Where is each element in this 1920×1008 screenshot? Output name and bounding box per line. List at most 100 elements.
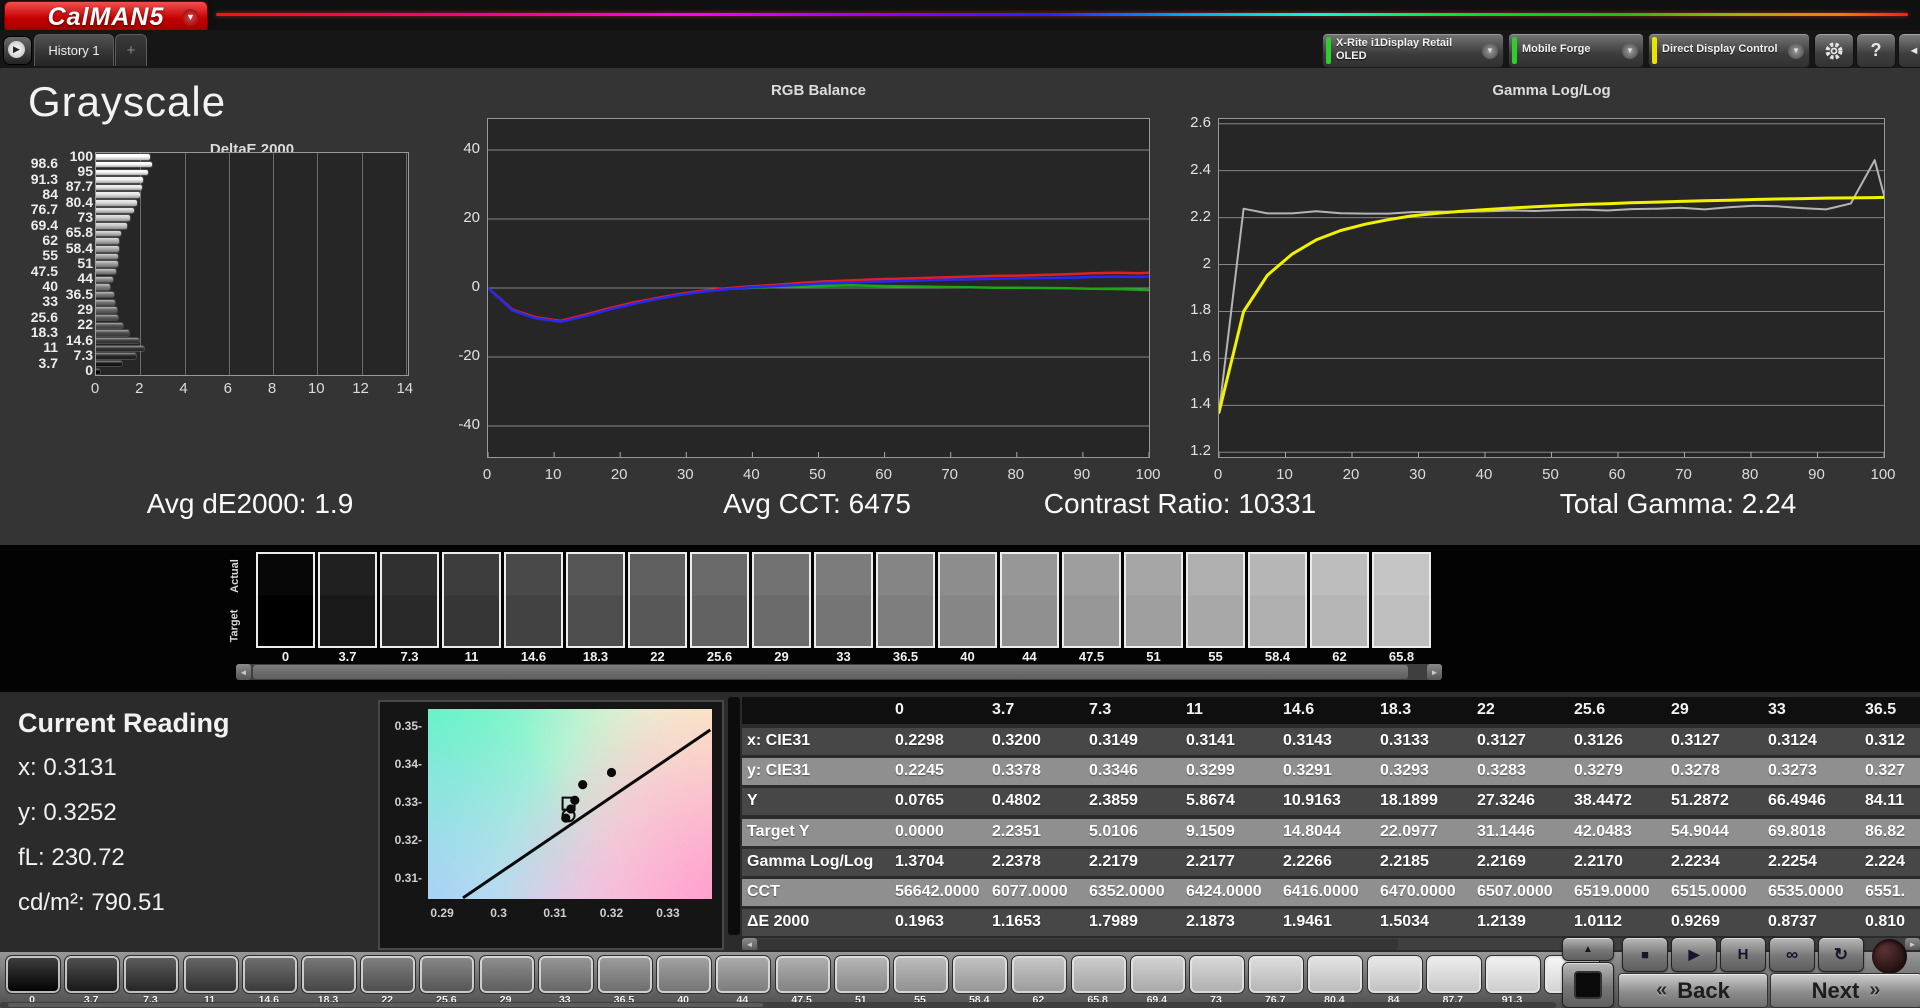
table-cell: 0.3143	[1283, 732, 1332, 749]
session-nav-button[interactable]: ▶	[3, 36, 32, 65]
next-button[interactable]: Next »	[1770, 973, 1920, 1008]
scroll-left-icon[interactable]: ◄	[742, 938, 757, 950]
grayscale-swatch	[1000, 552, 1059, 648]
swatch-value-label: 3.7	[338, 649, 357, 664]
single-measure-icon: H	[1737, 946, 1749, 963]
pattern-level-button[interactable]	[1248, 955, 1305, 994]
continuous-measure-button[interactable]: ∞	[1769, 937, 1815, 972]
pattern-level-button[interactable]	[893, 955, 949, 994]
collapse-toolbar-button[interactable]: ◄	[1898, 33, 1920, 68]
pattern-level-button[interactable]	[1011, 955, 1068, 994]
table-cell: 0.8737	[1768, 913, 1817, 931]
grayscale-swatch	[1310, 552, 1369, 648]
table-cell: 2.2179	[1089, 852, 1138, 870]
pattern-panel-up-button[interactable]: ▲	[1562, 937, 1614, 961]
pattern-level-button[interactable]	[656, 955, 713, 994]
settings-button[interactable]	[1814, 33, 1854, 68]
meter-dropdown[interactable]: X-Rite i1Display Retail OLED ▼	[1322, 33, 1504, 68]
pattern-level-button[interactable]	[1307, 955, 1364, 994]
next-chevron-icon: »	[1869, 979, 1881, 1001]
pattern-level-button[interactable]	[64, 955, 121, 994]
scrollbar-thumb[interactable]	[8, 1003, 763, 1007]
pattern-level-button[interactable]	[1189, 955, 1245, 994]
current-reading-title: Current Reading	[18, 708, 230, 738]
pattern-level-button[interactable]	[537, 955, 594, 994]
rgb-svg-x-tick-label: 100	[1135, 466, 1161, 483]
calman-window: CalMAN5 ▼ ▶ History 1 + X-Rite i1Display…	[0, 0, 1920, 1008]
grayscale-swatch	[690, 552, 749, 648]
table-row-selector-strip[interactable]	[728, 697, 740, 935]
display-control-dropdown[interactable]: Direct Display Control ▼	[1648, 33, 1810, 68]
deltae-gridline	[228, 153, 230, 375]
tab-add-button[interactable]: +	[115, 34, 147, 66]
swatch-strip-scrollbar[interactable]: ◄ ►	[236, 664, 1442, 680]
pattern-level-button[interactable]	[1485, 955, 1541, 994]
table-cell: 2.2185	[1380, 852, 1429, 870]
swatch-value-label: 25.6	[706, 649, 733, 664]
pattern-level-button[interactable]	[5, 955, 61, 994]
tab-history-label: History 1	[48, 43, 100, 58]
pattern-level-button[interactable]	[952, 955, 1009, 994]
pattern-level-button[interactable]	[301, 955, 357, 994]
infinity-icon: ∞	[1785, 944, 1799, 964]
scrollbar-thumb[interactable]	[253, 665, 1408, 679]
play-button[interactable]: ▶	[1671, 937, 1717, 972]
pattern-level-button[interactable]	[182, 955, 239, 994]
cie-y-tick-label: 0.32-	[394, 833, 422, 848]
rgb-svg-y-tick-label: 0	[471, 278, 480, 295]
deltae-bar	[95, 290, 115, 299]
scroll-right-icon[interactable]: ►	[1905, 938, 1920, 950]
swatch-value-label: 51	[1146, 649, 1161, 664]
table-cell: 84.11	[1865, 792, 1905, 810]
logo-dropdown-icon[interactable]: ▼	[182, 9, 199, 26]
refresh-button[interactable]: ↻	[1818, 937, 1864, 972]
table-cell: 0.3278	[1671, 762, 1720, 780]
back-button[interactable]: « Back	[1618, 973, 1768, 1008]
table-cell: 0.0000	[895, 822, 944, 840]
pattern-level-button[interactable]	[774, 955, 831, 994]
deltae-bar	[95, 260, 119, 268]
deltae-bar	[95, 222, 128, 230]
pattern-level-button[interactable]	[478, 955, 535, 994]
pattern-level-button[interactable]	[1425, 955, 1482, 994]
table-row-label: Y	[747, 792, 758, 810]
pattern-level-button[interactable]	[419, 955, 476, 994]
table-row: Y 0.0765 0.4802 2.3859 5.8674 10.9163 18.1899 2…	[742, 788, 1920, 816]
table-cell: 0.3299	[1186, 762, 1235, 780]
table-cell: 0.3293	[1380, 762, 1429, 780]
deltae-bar	[94, 336, 141, 345]
table-row: CCT 56642.0000 6077.0000 6352.0000 6424.0000…	[742, 879, 1920, 906]
pattern-level-button[interactable]	[833, 955, 890, 994]
help-button[interactable]: ?	[1856, 33, 1896, 68]
scrollbar-thumb[interactable]	[758, 939, 1398, 950]
table-column-header: 0	[895, 701, 904, 718]
pattern-level-button[interactable]	[1070, 955, 1127, 994]
pattern-level-button[interactable]	[241, 955, 298, 994]
source-dropdown[interactable]: Mobile Forge ▼	[1508, 33, 1644, 68]
table-column-header: 29	[1671, 701, 1689, 718]
single-measure-button[interactable]: H	[1720, 937, 1766, 972]
scroll-left-icon[interactable]: ◄	[236, 664, 251, 680]
scroll-right-icon[interactable]: ►	[1427, 664, 1442, 680]
pattern-bar-scrollbar[interactable]	[0, 1002, 1556, 1008]
pattern-level-button[interactable]	[1366, 955, 1423, 994]
swatch-value-label: 55	[1208, 649, 1223, 664]
gamma-svg-x-tick-label: 30	[1409, 466, 1426, 483]
table-cell: 0.3149	[1089, 732, 1138, 749]
deltae-x-tick-label: 14	[396, 380, 414, 397]
pattern-window-button[interactable]	[1562, 962, 1614, 1008]
pattern-level-button[interactable]	[715, 955, 772, 994]
calman-logo-menu[interactable]: CalMAN5 ▼	[4, 1, 208, 33]
swatch-value-label: 0	[281, 649, 290, 664]
table-cell: 2.2378	[992, 852, 1041, 870]
current-reading-fl: fL: 230.72	[18, 844, 125, 871]
pattern-level-button[interactable]	[123, 955, 180, 994]
pattern-level-button[interactable]	[360, 955, 417, 994]
gamma-svg-y-tick-label: 2.2	[1190, 207, 1211, 225]
tab-history-1[interactable]: History 1	[34, 34, 114, 66]
pattern-level-button[interactable]	[1129, 955, 1186, 994]
pattern-level-button[interactable]	[597, 955, 653, 994]
grayscale-swatch	[1062, 552, 1121, 648]
rgb-balance-chart	[486, 118, 1151, 458]
stop-button[interactable]: ■	[1622, 937, 1668, 972]
